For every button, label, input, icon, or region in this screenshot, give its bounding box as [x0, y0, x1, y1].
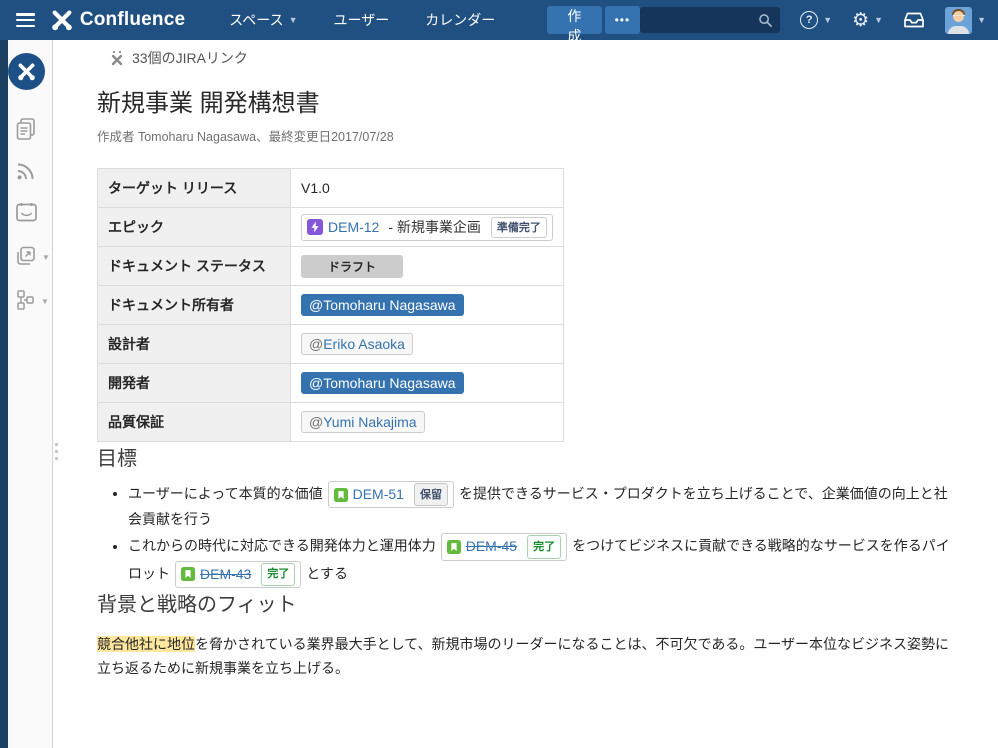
user-menu[interactable]: ▼: [945, 7, 986, 34]
status-lozenge: 完了: [261, 563, 295, 586]
table-row: 品質保証 @Yumi Nakajima: [98, 403, 564, 442]
goals-heading: 目標: [97, 442, 956, 471]
help-icon: ?: [800, 11, 818, 29]
user-mention[interactable]: @Tomoharu Nagasawa: [301, 294, 464, 316]
chevron-down-icon: ▼: [289, 16, 298, 25]
space-sidebar: ▼ ▼: [0, 40, 53, 748]
settings-menu[interactable]: ⚙ ▼: [852, 11, 883, 30]
blog-rss-icon[interactable]: [15, 159, 39, 181]
space-tools-icon[interactable]: ▼: [15, 289, 39, 311]
jira-links-summary[interactable]: 33個のJIRAリンク: [110, 48, 956, 68]
list-item: ユーザーによって本質的な価値DEM-51保留を提供できるサービス・プロダクトを立…: [128, 481, 956, 531]
table-row: ドキュメント所有者 @Tomoharu Nagasawa: [98, 286, 564, 325]
jira-issue-badge[interactable]: DEM-45 完了: [441, 533, 567, 560]
calendar-icon[interactable]: [15, 201, 39, 223]
product-name: Confluence: [80, 9, 185, 31]
chevron-down-icon: ▼: [41, 297, 49, 306]
confluence-logo[interactable]: Confluence: [51, 9, 185, 31]
background-heading: 背景と戦略のフィット: [97, 588, 956, 617]
status-lozenge: 保留: [414, 483, 448, 506]
page-properties-table: ターゲット リリース V1.0 エピック DEM-12 - 新規事業企画: [97, 168, 564, 442]
nav-calendars[interactable]: カレンダー: [407, 10, 513, 30]
user-mention[interactable]: @Tomoharu Nagasawa: [301, 372, 464, 394]
jira-issue-badge[interactable]: DEM-12 - 新規事業企画 準備完了: [301, 214, 553, 241]
table-row: 開発者 @Tomoharu Nagasawa: [98, 364, 564, 403]
page-content: ページ / Demolassian ホーム / 製品要件: [54, 0, 998, 680]
sidebar-edge: [0, 40, 8, 748]
chevron-down-icon: ▼: [874, 16, 883, 25]
sidebar-resize-handle[interactable]: [55, 443, 58, 446]
status-lozenge: 準備完了: [491, 217, 547, 238]
chevron-down-icon: ▼: [977, 16, 986, 25]
story-type-icon: [447, 540, 461, 554]
table-row: ターゲット リリース V1.0: [98, 169, 564, 208]
pages-icon[interactable]: [15, 117, 39, 141]
list-item: これからの時代に対応できる開発体力と運用体力DEM-45完了をつけてビジネスに貢…: [128, 533, 956, 588]
help-menu[interactable]: ? ▼: [800, 11, 832, 29]
background-paragraph: 競合他社に地位を脅かされている業界最大手として、新規市場のリーダーになることは、…: [97, 632, 956, 680]
jira-issue-link[interactable]: DEM-51: [353, 483, 404, 506]
chevron-down-icon: ▼: [823, 16, 832, 25]
hamburger-menu-icon[interactable]: [16, 13, 35, 27]
table-row: ドキュメント ステータス ドラフト: [98, 247, 564, 286]
status-lozenge: ドラフト: [301, 255, 403, 278]
jira-issue-link[interactable]: DEM-43: [200, 563, 251, 586]
target-release-value: V1.0: [291, 169, 564, 208]
nav-spaces[interactable]: スペース ▼: [211, 10, 315, 30]
create-more-button[interactable]: •••: [605, 6, 641, 34]
nav-people[interactable]: ユーザー: [316, 10, 408, 30]
notifications-tray[interactable]: [903, 11, 925, 29]
user-mention[interactable]: @Yumi Nakajima: [301, 411, 425, 433]
app-header: Confluence スペース ▼ ユーザー カレンダー 作成 ••• ? ▼ …: [0, 0, 998, 40]
story-type-icon: [181, 567, 195, 581]
create-button[interactable]: 作成: [547, 6, 601, 34]
search-icon: [758, 13, 773, 28]
search-input[interactable]: [647, 12, 758, 29]
shortcuts-icon[interactable]: ▼: [15, 245, 39, 267]
tray-icon: [903, 11, 925, 29]
jira-icon: [110, 50, 124, 66]
highlighted-text: 競合他社に地位: [97, 636, 195, 652]
goals-list: ユーザーによって本質的な価値DEM-51保留を提供できるサービス・プロダクトを立…: [97, 481, 956, 588]
epic-type-icon: [307, 219, 323, 235]
jira-issue-link[interactable]: DEM-45: [466, 535, 517, 558]
table-row: エピック DEM-12 - 新規事業企画 準備完了: [98, 208, 564, 247]
user-mention[interactable]: @Eriko Asaoka: [301, 333, 413, 355]
table-row: 設計者 @Eriko Asaoka: [98, 325, 564, 364]
chevron-down-icon: ▼: [42, 253, 50, 262]
story-type-icon: [334, 488, 348, 502]
confluence-logo-icon: [51, 9, 73, 31]
space-logo[interactable]: [8, 53, 45, 90]
page-title: 新規事業 開発構想書: [97, 83, 956, 118]
search-box[interactable]: [640, 7, 780, 33]
gear-icon: ⚙: [852, 11, 869, 30]
avatar: [945, 7, 972, 34]
top-navigation: スペース ▼ ユーザー カレンダー: [211, 10, 513, 30]
status-lozenge: 完了: [527, 535, 561, 558]
jira-issue-badge[interactable]: DEM-43 完了: [175, 561, 301, 588]
page-byline: 作成者 Tomoharu Nagasawa、最終変更日2017/07/28: [97, 126, 956, 145]
jira-issue-badge[interactable]: DEM-51 保留: [328, 481, 454, 508]
jira-issue-link[interactable]: DEM-12: [328, 219, 379, 235]
